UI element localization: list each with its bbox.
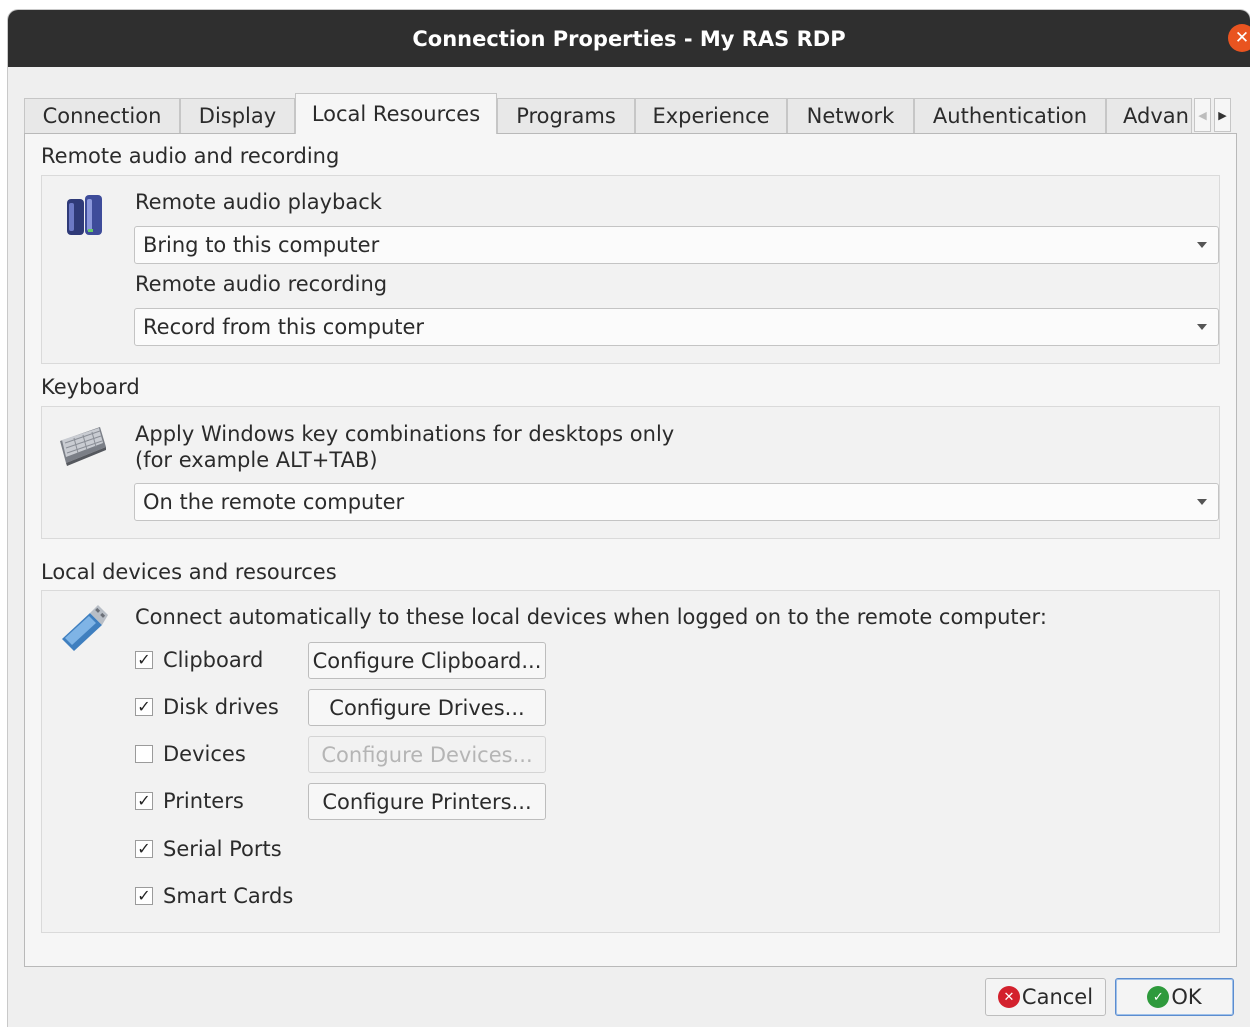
configure-drives-button[interactable]: Configure Drives...: [308, 689, 546, 726]
chevron-down-icon: [1197, 242, 1207, 248]
remote-audio-recording-select[interactable]: Record from this computer: [134, 308, 1219, 346]
keyboard-combination-select[interactable]: On the remote computer: [134, 483, 1219, 521]
keyboard-description-line2: (for example ALT+TAB): [135, 448, 378, 472]
chevron-down-icon: [1197, 499, 1207, 505]
tab-local-resources[interactable]: Local Resources: [295, 93, 497, 134]
audio-group: Remote audio playback Bring to this comp…: [41, 175, 1220, 364]
chevron-right-icon: ▶: [1218, 108, 1227, 122]
smart-cards-label: Smart Cards: [163, 884, 294, 908]
tab-scroll-right-button[interactable]: ▶: [1214, 98, 1231, 132]
remote-audio-playback-value: Bring to this computer: [143, 233, 380, 257]
chevron-left-icon: ◀: [1198, 108, 1207, 122]
serial-ports-checkbox-row[interactable]: ✓ Serial Ports: [135, 834, 282, 864]
connection-properties-dialog: Connection Properties - My RAS RDP ✕ Con…: [8, 10, 1250, 1027]
keyboard-description-line1: Apply Windows key combinations for deskt…: [135, 422, 675, 446]
smart-cards-checkbox-row[interactable]: ✓ Smart Cards: [135, 881, 293, 911]
printers-checkbox-row[interactable]: ✓ Printers: [135, 786, 244, 816]
title-bar[interactable]: Connection Properties - My RAS RDP ✕: [8, 10, 1250, 67]
tab-label: Connection: [42, 104, 162, 128]
tab-scroll-left-button[interactable]: ◀: [1194, 98, 1211, 132]
tab-network[interactable]: Network: [787, 98, 914, 133]
speakers-icon: [67, 195, 102, 235]
window-title: Connection Properties - My RAS RDP: [412, 26, 846, 51]
cancel-button-label: Cancel: [1021, 985, 1094, 1009]
remote-audio-recording-label: Remote audio recording: [135, 272, 388, 296]
configure-printers-button[interactable]: Configure Printers...: [308, 783, 546, 820]
clipboard-checkbox-row[interactable]: ✓ Clipboard: [135, 645, 263, 675]
tab-experience[interactable]: Experience: [635, 98, 787, 133]
ok-button[interactable]: ✓ OK: [1115, 978, 1234, 1016]
tab-bar: Connection Display Local Resources Progr…: [24, 87, 1250, 134]
serial-ports-checkbox[interactable]: ✓: [135, 840, 153, 858]
keyboard-section-label: Keyboard: [41, 375, 140, 399]
checkmark-icon: ✓: [1147, 986, 1170, 1008]
tab-label: Programs: [516, 104, 616, 128]
tab-label: Experience: [652, 104, 770, 128]
ok-button-label: OK: [1171, 985, 1202, 1009]
tab-authentication[interactable]: Authentication: [914, 98, 1106, 133]
disk-drives-label: Disk drives: [163, 695, 279, 719]
usb-drive-icon: [62, 605, 108, 651]
tab-display[interactable]: Display: [180, 98, 295, 133]
tab-label: Network: [806, 104, 895, 128]
tab-advanced[interactable]: Advan: [1106, 98, 1192, 133]
remote-audio-playback-select[interactable]: Bring to this computer: [134, 226, 1219, 264]
tab-programs[interactable]: Programs: [497, 98, 635, 133]
printers-checkbox[interactable]: ✓: [135, 792, 153, 810]
audio-section-label: Remote audio and recording: [41, 144, 340, 168]
keyboard-group: Apply Windows key combinations for deskt…: [41, 406, 1220, 539]
cancel-button[interactable]: ✕ Cancel: [985, 978, 1106, 1016]
close-icon: ✕: [1234, 27, 1250, 48]
devices-checkbox[interactable]: [135, 745, 153, 763]
devices-group: Connect automatically to these local dev…: [41, 590, 1220, 933]
remote-audio-playback-label: Remote audio playback: [135, 190, 382, 214]
tab-label: Display: [198, 104, 277, 128]
cancel-icon: ✕: [997, 986, 1020, 1008]
disk-drives-checkbox[interactable]: ✓: [135, 698, 153, 716]
configure-clipboard-button[interactable]: Configure Clipboard...: [308, 642, 546, 679]
devices-label: Devices: [163, 742, 246, 766]
tab-label: Local Resources: [311, 102, 481, 126]
disk-drives-checkbox-row[interactable]: ✓ Disk drives: [135, 692, 279, 722]
devices-checkbox-row[interactable]: Devices: [135, 739, 246, 769]
tab-label: Advan: [1123, 104, 1189, 128]
devices-section-label: Local devices and resources: [41, 560, 337, 584]
devices-intro: Connect automatically to these local dev…: [135, 605, 1047, 629]
clipboard-label: Clipboard: [163, 648, 264, 672]
close-button[interactable]: ✕: [1228, 24, 1250, 52]
local-resources-panel: Remote audio and recording Remote audio …: [24, 133, 1237, 967]
keyboard-description: Apply Windows key combinations for deskt…: [135, 421, 674, 473]
keyboard-icon: [60, 427, 106, 466]
remote-audio-recording-value: Record from this computer: [143, 315, 425, 339]
tab-connection[interactable]: Connection: [24, 98, 180, 133]
serial-ports-label: Serial Ports: [163, 837, 282, 861]
printers-label: Printers: [163, 789, 244, 813]
keyboard-combination-value: On the remote computer: [143, 490, 405, 514]
tab-label: Authentication: [932, 104, 1088, 128]
configure-devices-button: Configure Devices...: [308, 736, 546, 773]
clipboard-checkbox[interactable]: ✓: [135, 651, 153, 669]
smart-cards-checkbox[interactable]: ✓: [135, 887, 153, 905]
chevron-down-icon: [1197, 324, 1207, 330]
